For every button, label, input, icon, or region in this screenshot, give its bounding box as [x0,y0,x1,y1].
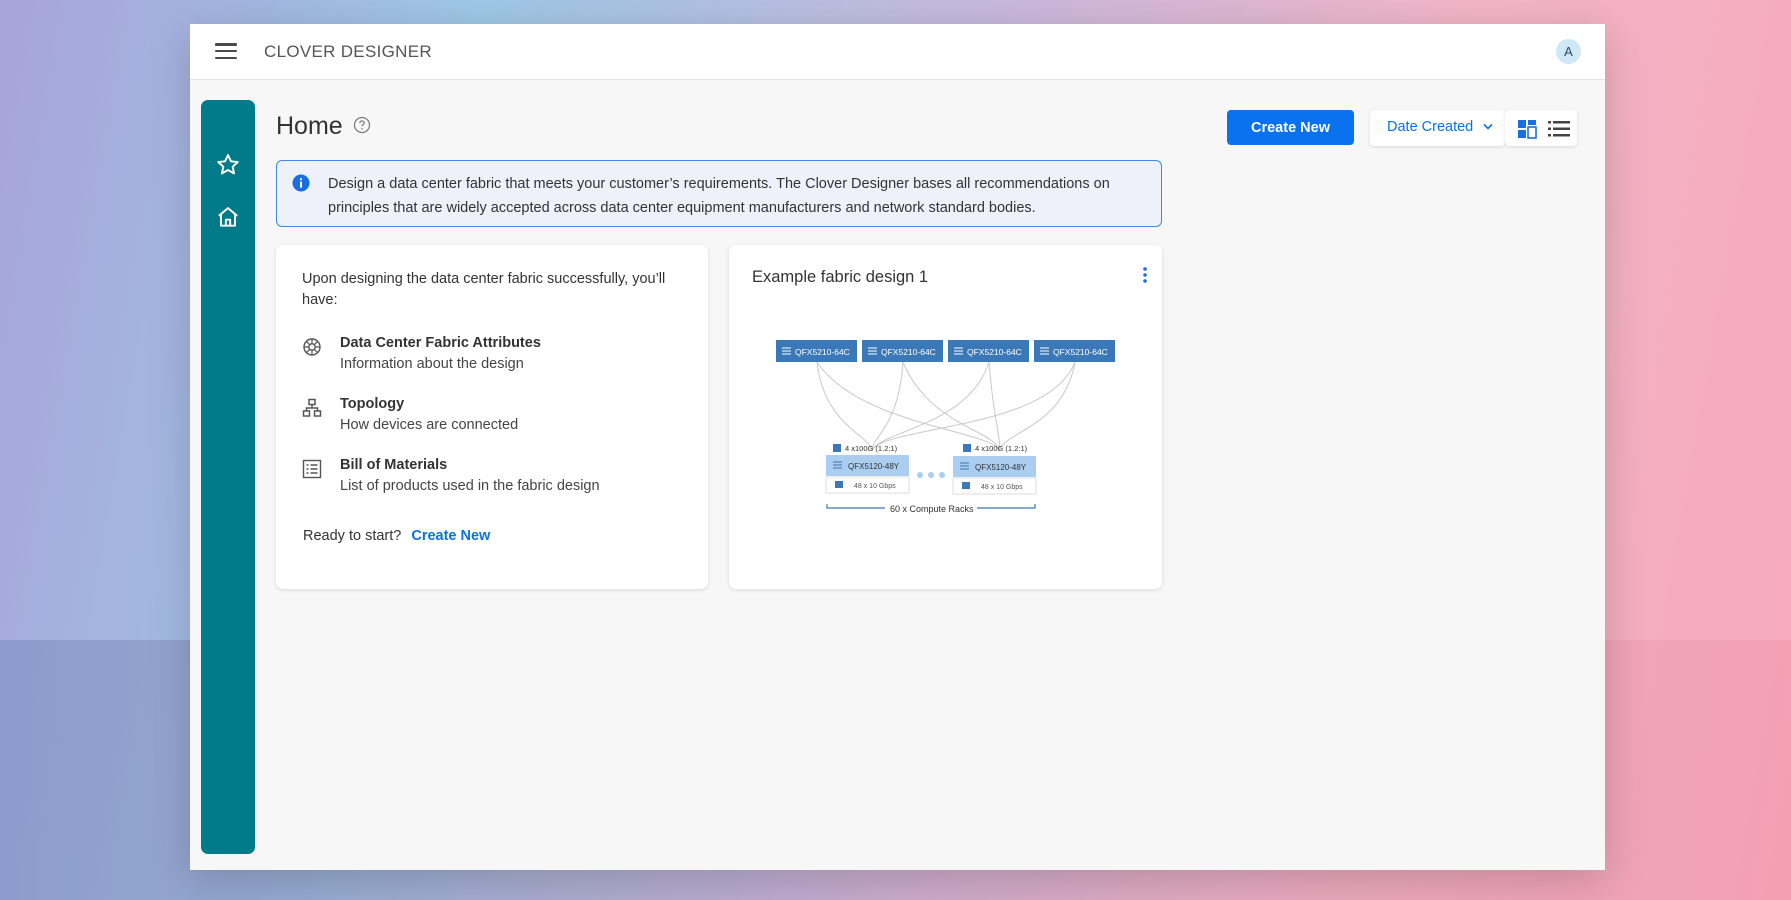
spine-label: QFX5210-64C [967,347,1022,357]
view-toggle [1505,110,1577,146]
card-title: Example fabric design 1 [752,268,929,286]
spine-label: QFX5210-64C [881,347,936,357]
spine-switch: QFX5210-64C [776,340,857,362]
example-design-card[interactable]: Example fabric design 1 QFX5210-64C QFX5… [729,245,1162,589]
feature-subtitle: List of products used in the fabric desi… [340,478,600,494]
ready-row: Ready to start? Create New [303,528,490,544]
home-icon[interactable] [215,204,241,230]
feature-title: Bill of Materials [340,457,448,473]
spine-switch: QFX5210-64C [948,340,1029,362]
app-title: CLOVER DESIGNER [264,42,432,61]
ellipsis-dots [917,472,945,478]
create-new-button[interactable]: Create New [1227,110,1354,145]
ports-label: 48 x 10 Gbps [981,484,1023,491]
list-view-icon[interactable] [1547,119,1570,137]
uplink-label: 4 x100G (1.2:1) [975,444,1028,453]
favorites-star-icon[interactable] [215,152,241,178]
uplink-label: 4 x100G (1.2:1) [845,444,898,453]
sidebar [201,100,255,854]
create-new-link[interactable]: Create New [411,528,490,544]
spine-switch: QFX5210-64C [862,340,943,362]
grid-view-icon[interactable] [1517,119,1539,139]
topology-icon [302,398,322,418]
spine-switch: QFX5210-64C [1034,340,1115,362]
leaf-switch: 4 x100G (1.2:1) QFX5120-48Y 48 x 10 Gbps [825,444,910,494]
sort-label: Date Created [1387,119,1474,135]
feature-title: Topology [340,396,405,412]
leaf-model: QFX5120-48Y [848,462,900,471]
spine-label: QFX5210-64C [795,347,850,357]
top-bar: CLOVER DESIGNER A [190,24,1605,80]
feature-subtitle: Information about the design [340,356,524,372]
fabric-topology-diagram: QFX5210-64C QFX5210-64C QFX5210-64C QFX5… [776,340,1115,514]
avatar[interactable]: A [1556,39,1581,64]
info-icon [292,174,310,192]
leaf-model: QFX5120-48Y [975,463,1027,472]
sort-dropdown[interactable]: Date Created [1370,110,1505,146]
menu-icon[interactable] [215,43,237,60]
fabric-attributes-icon [302,337,322,357]
chevron-down-icon [1483,123,1493,130]
leaf-switch: 4 x100G (1.2:1) QFX5120-48Y 48 x 10 Gbps [952,444,1037,495]
racks-label: 60 x Compute Racks [890,504,974,514]
feature-subtitle: How devices are connected [340,417,519,433]
help-icon[interactable] [353,116,371,134]
intro-text: Upon designing the data center fabric su… [302,271,666,308]
info-banner: Design a data center fabric that meets y… [276,160,1162,227]
spine-label: QFX5210-64C [1053,347,1108,357]
app-window: CLOVER DESIGNER A Home Design a data cen… [190,24,1605,870]
more-options-icon[interactable] [1140,265,1150,285]
page-title: Home [276,112,343,140]
intro-card: Upon designing the data center fabric su… [276,245,708,589]
racks-bracket: 60 x Compute Racks [826,504,1036,514]
info-text: Design a data center fabric that meets y… [328,176,1110,216]
ready-text: Ready to start? [303,528,402,544]
ports-label: 48 x 10 Gbps [854,483,896,490]
bill-of-materials-icon [302,459,322,479]
feature-title: Data Center Fabric Attributes [340,335,541,351]
